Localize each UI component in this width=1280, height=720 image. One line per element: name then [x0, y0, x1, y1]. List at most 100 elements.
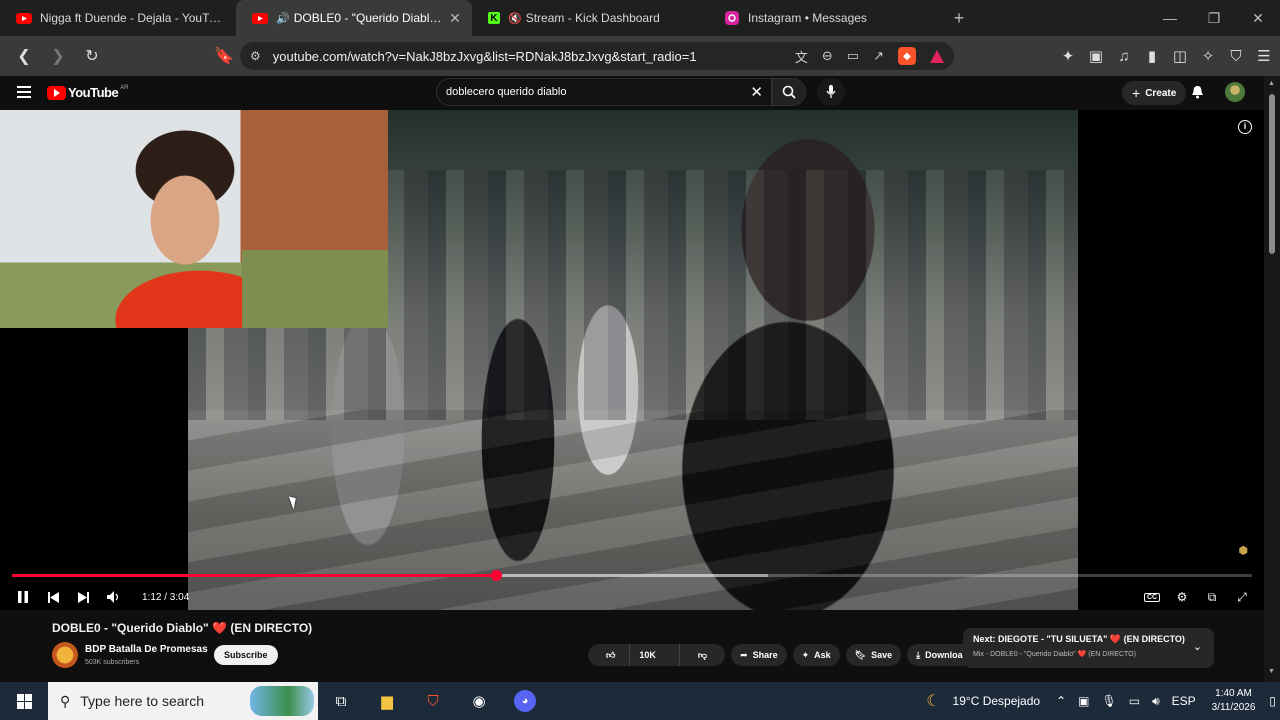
chevron-up-icon[interactable]: ⌃ [1056, 694, 1066, 708]
video-details: DOBLE0 - "Querido Diablo" ❤️ (EN DIRECTO… [0, 610, 1264, 682]
like-button[interactable]: 👍︎ 10K [588, 644, 674, 666]
minimize-icon[interactable]: — [1148, 0, 1192, 36]
video-player[interactable]: i ⬢ 1:12 / 3:04 CC ⚙ ⧉ ⤢ [0, 110, 1264, 610]
create-label: Create [1145, 87, 1177, 99]
brave-rewards-icon[interactable] [930, 49, 944, 63]
browser-tab[interactable]: Nigga ft Duende - Dejala - YouTube [0, 0, 236, 36]
tray-app-icon[interactable]: ▣ [1078, 694, 1089, 708]
leo-ai-icon[interactable]: ✧ [1200, 47, 1216, 65]
scroll-down-icon[interactable]: ▼ [1268, 668, 1275, 675]
language-indicator[interactable]: ESP [1172, 694, 1196, 708]
create-button[interactable]: + Create [1122, 81, 1187, 105]
save-button[interactable]: 🔖︎ Save [845, 644, 902, 666]
speaker-icon[interactable]: 🔊︎ [1152, 694, 1160, 709]
tab-title: Instagram • Messages [748, 11, 867, 25]
notification-center-icon[interactable]: ▯ [1269, 694, 1276, 708]
new-tab-button[interactable]: + [944, 8, 974, 29]
account-avatar[interactable] [1225, 82, 1245, 102]
mute-icon[interactable]: 🔇 [508, 12, 522, 25]
chevron-down-icon[interactable]: ⌄ [1193, 640, 1202, 653]
discord-icon[interactable]: ◕ [502, 682, 548, 720]
system-tray: ☾ 19°C Despejado ⌃ ▣ 🎙︎ ▭ 🔊︎ ESP 1:40 AM… [920, 682, 1280, 720]
menu-icon[interactable]: ☰ [1256, 47, 1272, 65]
sidebar-icon[interactable]: ▮ [1144, 47, 1160, 65]
scroll-up-icon[interactable]: ▲ [1268, 80, 1275, 87]
guide-menu-icon[interactable] [17, 86, 31, 101]
theater-mode-icon[interactable]: ⧉ [1200, 584, 1224, 610]
share-page-icon[interactable]: ↗ [873, 48, 884, 64]
close-window-icon[interactable]: ✕ [1236, 0, 1280, 36]
clock[interactable]: 1:40 AM 3/11/2026 [1212, 687, 1256, 715]
restore-icon[interactable]: ❐ [1192, 0, 1236, 36]
scrubber-handle[interactable] [490, 570, 502, 581]
extensions-icon[interactable]: ✦ [1060, 47, 1076, 65]
clock-date: 3/11/2026 [1211, 702, 1256, 713]
cast-icon[interactable]: ▭ [847, 48, 859, 64]
weather-text[interactable]: 19°C Despejado [953, 694, 1041, 708]
search-button[interactable] [772, 78, 806, 106]
microphone-icon[interactable]: 🎙︎ [1101, 694, 1116, 708]
file-explorer-icon[interactable]: ▆ [364, 682, 410, 720]
plus-icon: + [1132, 85, 1141, 101]
ask-button[interactable]: ✦ Ask [792, 644, 840, 666]
brave-browser-icon[interactable]: ⛉ [410, 682, 456, 720]
played-bar [12, 574, 496, 577]
settings-gear-icon[interactable]: ⚙ [1170, 584, 1194, 610]
dislike-button[interactable]: 👎︎ [678, 644, 725, 666]
brave-shields-icon[interactable]: ◆ [898, 47, 916, 65]
pause-icon[interactable] [8, 584, 38, 610]
browser-tab[interactable]: Instagram • Messages [708, 0, 944, 36]
vpn-icon[interactable]: ⛉ [1228, 48, 1244, 65]
taskbar-search[interactable]: ⚲ Type here to search [48, 682, 318, 720]
translate-icon[interactable]: 文 [795, 47, 808, 66]
download-icon: ⤓ [916, 649, 921, 660]
tab-search-icon[interactable]: ▣ [1088, 47, 1104, 65]
next-icon[interactable] [68, 584, 98, 610]
progress-bar[interactable] [12, 570, 1252, 581]
fullscreen-icon[interactable]: ⤢ [1230, 584, 1254, 610]
browser-toolbar: ❮ ❯ ↻ 🔖 ⚙ youtube.com/watch?v=NakJ8bzJxv… [0, 36, 1280, 76]
search-value: doblecero querido diablo [446, 86, 567, 98]
site-settings-icon[interactable]: ⚙ [250, 49, 261, 63]
next-up-card[interactable]: Next: DIEGOTE - "TU SILUETA" ❤️ (EN DIRE… [963, 628, 1214, 668]
page-scrollbar[interactable]: ▲ ▼ [1264, 76, 1280, 682]
start-button[interactable] [0, 682, 48, 720]
channel-avatar[interactable] [52, 642, 78, 668]
media-icon[interactable]: ♫ [1116, 48, 1132, 65]
address-bar[interactable]: ⚙ youtube.com/watch?v=NakJ8bzJxvg&list=R… [240, 42, 954, 70]
url-text: youtube.com/watch?v=NakJ8bzJxvg&list=RDN… [272, 48, 697, 64]
browser-tab-active[interactable]: 🔊 DOBLE0 - "Querido Diablo" ❤️ ✕ [236, 0, 472, 36]
search-input[interactable]: doblecero querido diablo ✕ [436, 78, 772, 106]
youtube-logo[interactable]: YouTube AR [47, 85, 129, 100]
zoom-icon[interactable]: ⊖ [822, 48, 833, 64]
share-button[interactable]: ➦ Share [731, 644, 787, 666]
scrollbar-thumb[interactable] [1269, 94, 1275, 254]
voice-search-button[interactable] [817, 78, 845, 106]
browser-tab[interactable]: K 🔇 Stream - Kick Dashboard [472, 0, 708, 36]
back-icon[interactable]: ❮ [10, 42, 38, 70]
volume-icon[interactable] [98, 584, 128, 610]
wallet-icon[interactable]: ◫ [1172, 47, 1188, 65]
playlist-name: Mix - DOBLE0 - "Querido Diablo" ❤️ (EN D… [973, 651, 1136, 658]
window-controls: — ❐ ✕ [1148, 0, 1280, 36]
search-icon [782, 85, 796, 99]
channel-name[interactable]: BDP Batalla De Promesas [85, 644, 208, 655]
subscribe-button[interactable]: Subscribe [214, 645, 278, 665]
previous-icon[interactable] [38, 584, 68, 610]
bookmark-icon[interactable]: 🔖 [210, 42, 238, 70]
close-tab-icon[interactable]: ✕ [448, 10, 462, 27]
obs-icon[interactable]: ◉ [456, 682, 502, 720]
weather-moon-icon[interactable]: ☾ [926, 691, 940, 711]
task-view-icon[interactable]: ⧉ [318, 682, 364, 720]
captions-icon[interactable]: CC [1140, 584, 1164, 610]
tab-title: Nigga ft Duende - Dejala - YouTube [40, 11, 226, 25]
forward-icon[interactable]: ❯ [44, 42, 72, 70]
network-icon[interactable]: ▭ [1129, 694, 1140, 708]
reload-icon[interactable]: ↻ [78, 42, 106, 70]
windows-logo-icon [16, 693, 32, 709]
info-icon[interactable]: i [1238, 120, 1252, 134]
speaker-icon[interactable]: 🔊 [276, 12, 290, 25]
notifications-bell-icon[interactable] [1191, 85, 1204, 102]
search-highlight-image [250, 686, 314, 716]
clear-search-icon[interactable]: ✕ [750, 83, 763, 101]
